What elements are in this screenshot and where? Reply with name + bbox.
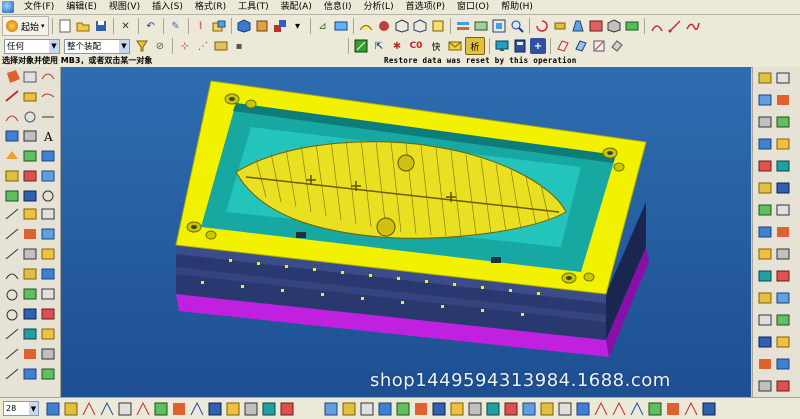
left-tool-icons: A [5,70,55,380]
zoom-value: 28 [6,404,17,413]
surface-icon[interactable] [358,18,374,34]
menu-info[interactable]: 信息(I) [318,0,358,14]
snap-midpoint-icon[interactable]: ⋰ [195,38,211,54]
cube-blue-icon[interactable] [236,18,252,34]
constraint-icon[interactable]: ✱ [389,38,405,54]
new-file-icon[interactable] [57,18,73,34]
spline-icon[interactable] [685,18,701,34]
menu-analysis[interactable]: 分析(L) [358,0,400,14]
refresh-icon[interactable] [588,18,604,34]
monitor-icon[interactable] [494,38,510,54]
scope-combo[interactable]: 整个装配 ▼ [64,38,130,54]
dimension-icon[interactable]: ⇱ [371,38,387,54]
line-icon[interactable] [667,18,683,34]
datum-plane-icon[interactable] [555,38,571,54]
sketch-icon[interactable]: ⌇ [193,18,209,34]
perspective-icon[interactable] [570,18,586,34]
standard-toolbar: 起始 ▾ ✕ ↶ ✎ ⌇ ▾ ⊿ [0,15,800,38]
point-set-icon[interactable] [609,38,625,54]
scope-value: 整个装配 [67,42,102,52]
shading-icon[interactable] [376,18,392,34]
chevron-down-icon: ▼ [119,39,129,53]
app-icon [2,1,14,13]
boss-bottom [376,217,396,237]
assembly-icon[interactable] [272,18,288,34]
analysis-icon[interactable]: ⊿ [315,18,331,34]
quick-label[interactable]: 快 [427,38,445,54]
view-orient-icon[interactable]: ▾ [290,18,306,34]
chevron-down-icon: ▼ [49,39,59,53]
start-button[interactable]: 起始 ▾ [2,16,49,36]
layer-icon[interactable] [455,18,471,34]
menu-tools[interactable]: 工具(T) [232,0,275,14]
type-filter-combo[interactable]: 任何 ▼ [4,38,60,54]
right-palette [752,67,800,397]
start-label: 起始 [21,22,40,33]
menu-help[interactable]: 帮助(H) [495,0,539,14]
bottom-toolbar: 28 ▼ [0,397,800,419]
display-icon[interactable] [333,18,349,34]
graphics-viewport[interactable] [61,67,751,397]
bottom-tool-icons [46,401,716,415]
analyze-label[interactable]: 析 [465,37,485,55]
menu-preferences[interactable]: 首选项(P) [400,0,451,14]
left-tool-grid[interactable]: A [5,70,55,380]
menu-window[interactable]: 窗口(O) [451,0,495,14]
menu-assembly[interactable]: 装配(A) [275,0,318,14]
mold-model[interactable] [61,67,751,397]
envelope-icon[interactable] [447,38,463,54]
zoom-icon[interactable] [509,18,525,34]
menu-view[interactable]: 视图(V) [103,0,146,14]
snap-grid-icon[interactable] [213,38,229,54]
chevron-down-icon: ▾ [41,22,45,30]
right-tool-icons [758,72,790,392]
save-icon[interactable] [93,18,109,34]
bottom-tool-strip[interactable] [46,401,716,415]
add-icon[interactable]: + [530,38,546,54]
arc-icon[interactable] [649,18,665,34]
section-icon[interactable] [624,18,640,34]
type-filter-value: 任何 [7,42,25,52]
selection-toolbar: 任何 ▼ 整个装配 ▼ ⊘ ⊹ ⋰ ▪ ⇱ ✱ C0 快 析 + [0,37,800,56]
hidden-icon[interactable] [430,18,446,34]
status-message: Restore data was reset by this operation [384,56,577,65]
zoom-combo[interactable]: 28 ▼ [3,401,39,416]
snap-more-icon[interactable]: ▪ [231,38,247,54]
feature-icon[interactable] [211,18,227,34]
edges-icon[interactable] [394,18,410,34]
datum-csys-icon[interactable] [591,38,607,54]
deselect-icon[interactable]: ⊘ [152,38,168,54]
brush-icon[interactable]: ✎ [168,18,184,34]
rotate-icon[interactable] [534,18,550,34]
menu-format[interactable]: 格式(R) [189,0,232,14]
calculator-icon[interactable] [512,38,528,54]
cut-icon[interactable]: ✕ [118,18,134,34]
right-tool-grid[interactable] [758,72,790,392]
open-folder-icon[interactable] [75,18,91,34]
fit-icon[interactable] [491,18,507,34]
wireframe-icon[interactable] [412,18,428,34]
layer-settings-icon[interactable] [473,18,489,34]
left-palette: A [0,67,61,397]
status-prompt: 选择对象并使用 MB3，或者双击某一对象 [2,56,153,65]
menu-edit[interactable]: 编辑(E) [60,0,103,14]
chevron-down-icon: ▼ [29,402,38,415]
coord-label[interactable]: C0 [407,38,425,54]
start-icon [6,20,18,32]
menu-file[interactable]: 文件(F) [18,0,60,14]
watermark-text: shop1449594313984.1688.com [370,370,671,391]
cube-view-icon[interactable] [606,18,622,34]
pan-icon[interactable] [552,18,568,34]
snap-endpoint-icon[interactable]: ⊹ [177,38,193,54]
select-filter-icon[interactable] [134,38,150,54]
boss-top [397,154,415,172]
wcs-icon[interactable] [353,38,369,54]
menu-insert[interactable]: 插入(S) [146,0,189,14]
svg-text:A: A [43,130,53,144]
solid-icon[interactable] [254,18,270,34]
undo-icon[interactable]: ↶ [143,18,159,34]
datum-axis-icon[interactable] [573,38,589,54]
menu-bar: 文件(F) 编辑(E) 视图(V) 插入(S) 格式(R) 工具(T) 装配(A… [0,0,800,15]
